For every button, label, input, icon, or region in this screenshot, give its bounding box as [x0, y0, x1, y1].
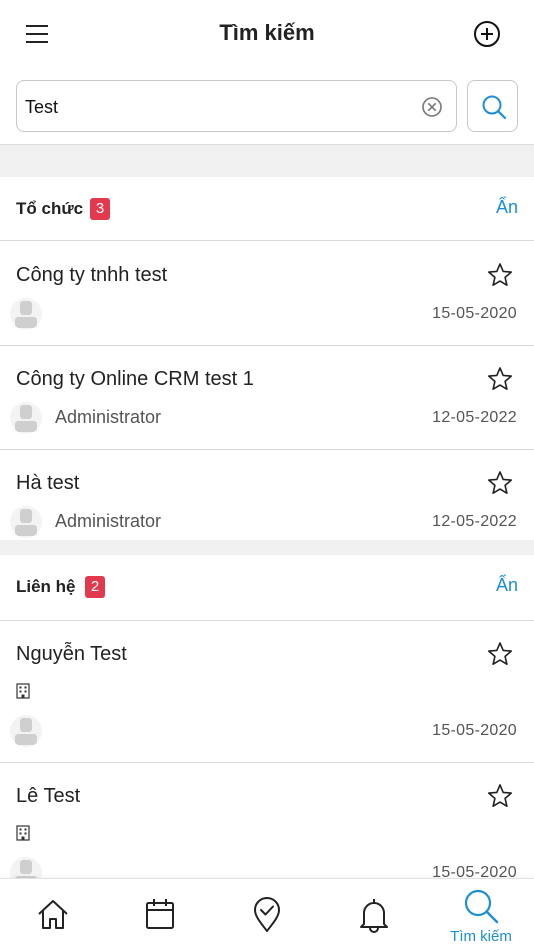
item-title: Công ty Online CRM test 1 — [16, 368, 254, 390]
calendar-icon — [146, 899, 174, 929]
avatar — [10, 506, 42, 538]
magnifier-icon — [482, 95, 507, 120]
tab-calendar[interactable] — [107, 879, 213, 950]
building-icon — [16, 825, 30, 841]
hide-organizations-link[interactable]: Ẩn — [496, 197, 518, 218]
clear-search-button[interactable] — [420, 95, 444, 119]
item-title: Hà test — [16, 472, 80, 494]
star-icon[interactable] — [487, 783, 513, 809]
item-date: 15-05-2020 — [432, 864, 517, 878]
user-placeholder-icon — [15, 405, 37, 432]
building-icon — [16, 683, 30, 699]
user-placeholder-icon — [15, 718, 37, 745]
search-input[interactable] — [25, 91, 415, 123]
organization-item[interactable]: Hà test Administrator 12-05-2022 — [0, 450, 534, 540]
hide-contacts-link[interactable]: Ẩn — [496, 575, 518, 596]
tab-home[interactable] — [0, 879, 106, 950]
item-date: 15-05-2020 — [432, 305, 517, 322]
app-header: Tìm kiếm — [0, 0, 534, 68]
item-owner: Administrator — [55, 511, 162, 531]
item-date: 12-05-2022 — [432, 513, 517, 530]
section-separator — [0, 145, 534, 177]
user-placeholder-icon — [15, 301, 37, 328]
search-submit-button[interactable] — [467, 80, 518, 132]
organization-item[interactable]: Công ty Online CRM test 1 Administrator … — [0, 346, 534, 450]
bottom-tab-bar: Tìm kiếm — [0, 878, 534, 950]
item-owner: Administrator — [55, 407, 162, 427]
section-title: Tổ chức — [16, 199, 84, 218]
star-icon[interactable] — [487, 470, 513, 496]
section-title: Liên hệ — [16, 577, 76, 596]
avatar — [10, 715, 42, 747]
star-icon[interactable] — [487, 641, 513, 667]
contact-item[interactable]: Nguyễn Test 15-05-2020 — [0, 621, 534, 763]
avatar — [10, 857, 42, 878]
search-icon — [464, 889, 499, 924]
tab-search[interactable]: Tìm kiếm — [428, 879, 534, 950]
plus-circle-icon — [474, 21, 500, 47]
page-title: Tìm kiếm — [219, 20, 315, 45]
location-check-icon — [254, 897, 280, 932]
tab-checkin[interactable] — [214, 879, 320, 950]
avatar — [10, 402, 42, 434]
item-title: Nguyễn Test — [16, 643, 127, 665]
section-header-organizations: Tổ chức 3 Ẩn — [0, 177, 534, 241]
item-date: 12-05-2022 — [432, 409, 517, 426]
bell-icon — [360, 899, 388, 933]
star-icon[interactable] — [487, 366, 513, 392]
user-placeholder-icon — [15, 509, 37, 536]
organization-item[interactable]: Công ty tnhh test 15-05-2020 — [0, 242, 534, 346]
avatar — [10, 298, 42, 330]
star-icon[interactable] — [487, 262, 513, 288]
search-bar — [16, 80, 518, 132]
home-icon — [38, 900, 68, 929]
item-title: Công ty tnhh test — [16, 264, 168, 286]
section-header-contacts: Liên hệ 2 Ẩn — [0, 555, 534, 621]
section-separator — [0, 540, 534, 555]
count-badge: 3 — [90, 198, 110, 220]
add-button[interactable] — [470, 17, 504, 51]
contact-item[interactable]: Lê Test 15-05-2020 — [0, 763, 534, 878]
item-date: 15-05-2020 — [432, 722, 517, 739]
user-placeholder-icon — [15, 860, 37, 878]
item-title: Lê Test — [16, 785, 81, 807]
count-badge: 2 — [85, 576, 105, 598]
tab-label: Tìm kiếm — [450, 928, 512, 945]
clear-circle-x-icon — [422, 97, 442, 117]
search-box — [16, 80, 457, 132]
tab-notifications[interactable] — [321, 879, 427, 950]
